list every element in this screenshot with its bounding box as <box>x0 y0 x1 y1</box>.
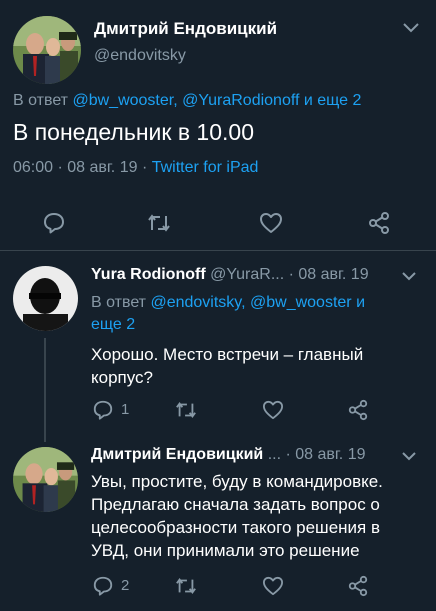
tweet-text: В понедельник в 10.00 <box>13 119 254 145</box>
author-handle[interactable]: @endovitsky <box>94 47 186 65</box>
tweet-date: 08 авг. 19 <box>67 159 138 176</box>
separator: · <box>57 159 63 176</box>
author-handle[interactable]: @YuraR... <box>210 266 284 283</box>
share-icon[interactable] <box>347 399 369 421</box>
avatar[interactable] <box>13 16 81 84</box>
tweet-text-line: Предлагаю сначала задать вопрос о <box>91 495 380 514</box>
share-icon[interactable] <box>347 575 369 597</box>
reply-to-link[interactable]: @bw_wooster, @YuraRodionoff и еще 2 <box>72 92 361 109</box>
tweet-text: Увы, простите, буду в командировке. Пред… <box>91 470 383 562</box>
tweet-text-line: Увы, простите, буду в командировке. <box>91 472 383 491</box>
reply-to-link[interactable]: еще 2 <box>91 314 365 336</box>
tweet-meta: 06:00 · 08 авг. 19 · Twitter for iPad <box>13 159 258 177</box>
retweet-icon[interactable] <box>174 399 198 421</box>
reply-prefix: В ответ <box>13 92 69 109</box>
retweet-icon[interactable] <box>146 211 172 235</box>
separator: · <box>285 446 291 463</box>
reply-header: Дмитрий Ендовицкий ... · 08 авг. 19 <box>91 446 366 464</box>
tweet-text-line: корпус? <box>91 368 154 387</box>
retweet-icon[interactable] <box>174 575 198 597</box>
reply-count: 2 <box>121 577 130 594</box>
tweet-text-line: Хорошо. Место встречи – главный <box>91 345 364 364</box>
separator: · <box>141 159 148 176</box>
tweet-date: 08 авг. 19 <box>298 266 369 283</box>
author-name[interactable]: Дмитрий Ендовицкий <box>94 19 277 39</box>
tweet-time: 06:00 <box>13 159 54 176</box>
author-name[interactable]: Yura Rodionoff <box>91 266 206 283</box>
ellipsis: ... <box>267 446 282 463</box>
reply-header: Yura Rodionoff @YuraR... · 08 авг. 19 <box>91 266 369 284</box>
thread-line <box>44 338 46 442</box>
tweet-text: Хорошо. Место встречи – главный корпус? <box>91 343 363 389</box>
reply-context: В ответ @bw_wooster, @YuraRodionoff и ещ… <box>13 92 361 110</box>
like-icon[interactable] <box>262 400 284 420</box>
like-icon[interactable] <box>262 576 284 596</box>
tweet-source[interactable]: Twitter for iPad <box>152 159 259 176</box>
author-name[interactable]: Дмитрий Ендовицкий <box>91 446 263 463</box>
reply-context: В ответ @endovitsky, @bw_wooster и еще 2 <box>91 292 365 336</box>
avatar[interactable] <box>13 447 78 512</box>
chevron-down-icon[interactable] <box>401 271 417 282</box>
separator: · <box>288 266 294 283</box>
share-icon[interactable] <box>367 211 391 235</box>
reply-count: 1 <box>121 401 130 418</box>
reply-prefix: В ответ <box>91 294 147 311</box>
reply-icon[interactable] <box>92 399 114 421</box>
like-icon[interactable] <box>259 212 283 234</box>
tweet-date: 08 авг. 19 <box>295 446 366 463</box>
tweet-text-line: целесообразности такого решения в <box>91 518 380 537</box>
tweet-text-line: УВД, они принимали это решение <box>91 541 360 560</box>
chevron-down-icon[interactable] <box>402 22 420 34</box>
avatar[interactable] <box>13 266 78 331</box>
reply-to-link[interactable]: @endovitsky, @bw_wooster и <box>150 294 365 311</box>
reply-icon[interactable] <box>42 211 66 235</box>
reply-icon[interactable] <box>92 575 114 597</box>
chevron-down-icon[interactable] <box>401 451 417 462</box>
divider <box>0 250 436 251</box>
